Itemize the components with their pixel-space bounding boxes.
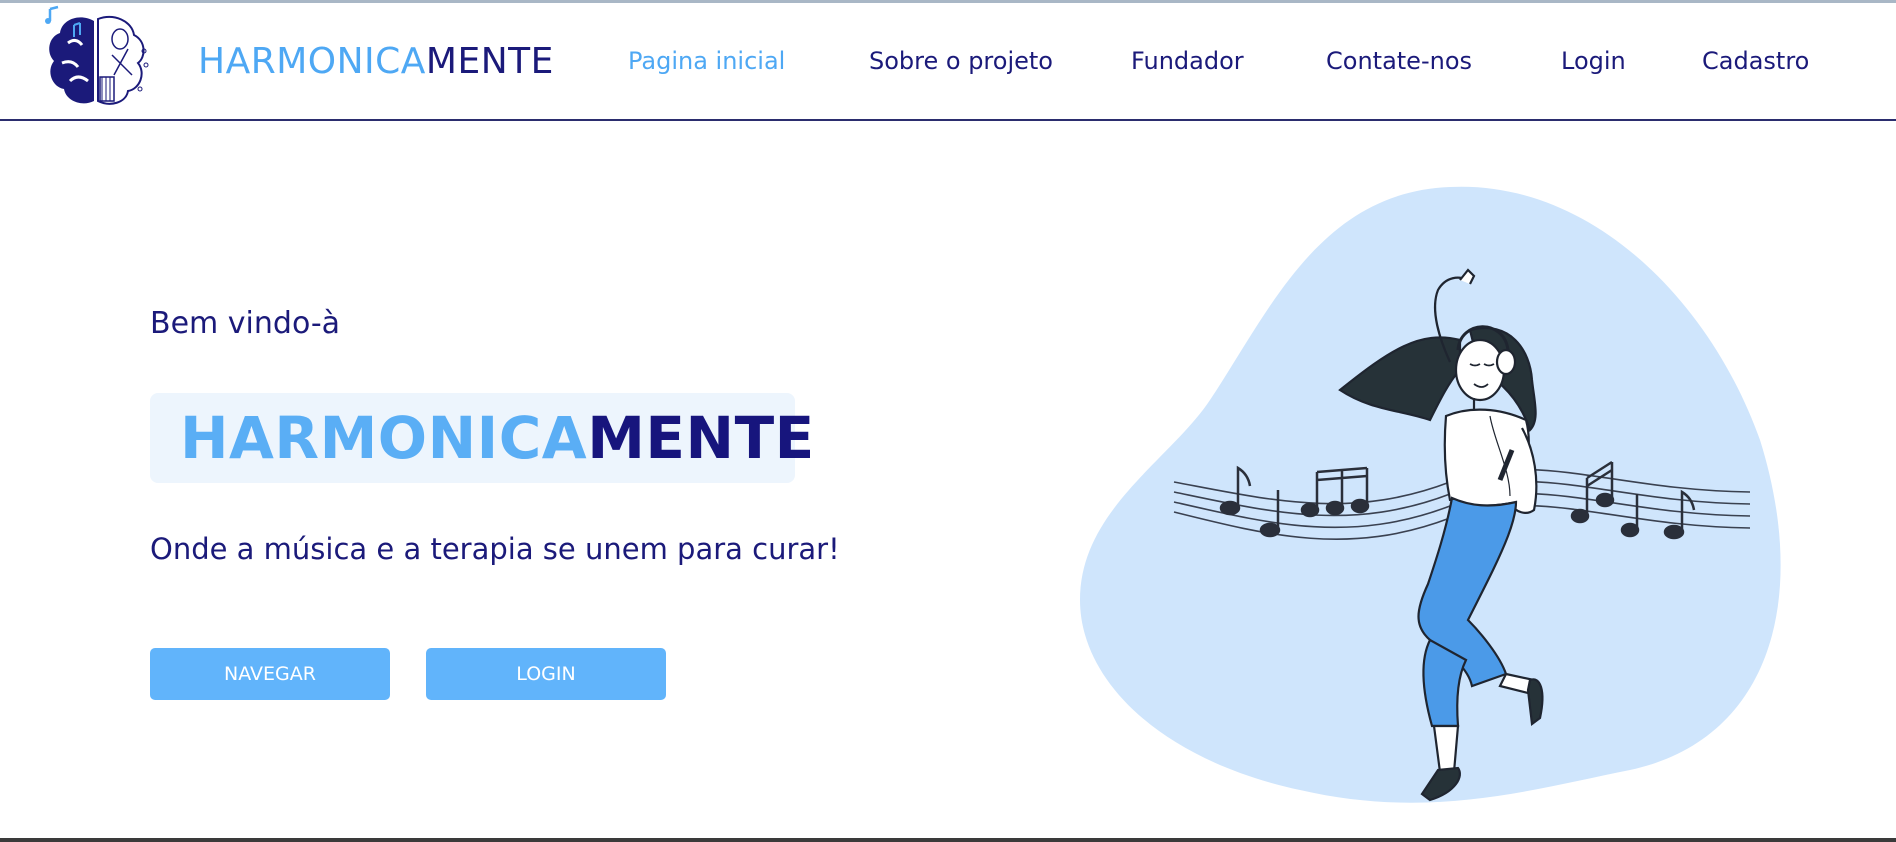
woman-dancing-illustration-icon xyxy=(1080,186,1781,803)
site-header: HARMONICAMENTE Pagina inicial Sobre o pr… xyxy=(0,3,1896,121)
bottom-edge xyxy=(0,838,1896,842)
welcome-text: Bem vindo-à xyxy=(150,306,341,341)
nav-item-sobre-o-projeto[interactable]: Sobre o projeto xyxy=(869,47,1053,75)
hero-tagline: Onde a música e a terapia se unem para c… xyxy=(150,532,840,566)
nav-item-contate-nos[interactable]: Contate-nos xyxy=(1326,47,1472,75)
hero-title-dark: MENTE xyxy=(587,404,815,472)
login-button[interactable]: LOGIN xyxy=(426,648,666,700)
navegar-button[interactable]: NAVEGAR xyxy=(150,648,390,700)
main-nav: Pagina inicial Sobre o projeto Fundador … xyxy=(0,47,1896,87)
hero-title-light: HARMONICA xyxy=(180,404,588,472)
nav-item-fundador[interactable]: Fundador xyxy=(1131,47,1244,75)
hero-title: HARMONICAMENTE xyxy=(180,404,815,472)
nav-item-cadastro[interactable]: Cadastro xyxy=(1702,47,1809,75)
nav-item-pagina-inicial[interactable]: Pagina inicial xyxy=(628,47,785,75)
nav-item-login[interactable]: Login xyxy=(1561,47,1626,75)
